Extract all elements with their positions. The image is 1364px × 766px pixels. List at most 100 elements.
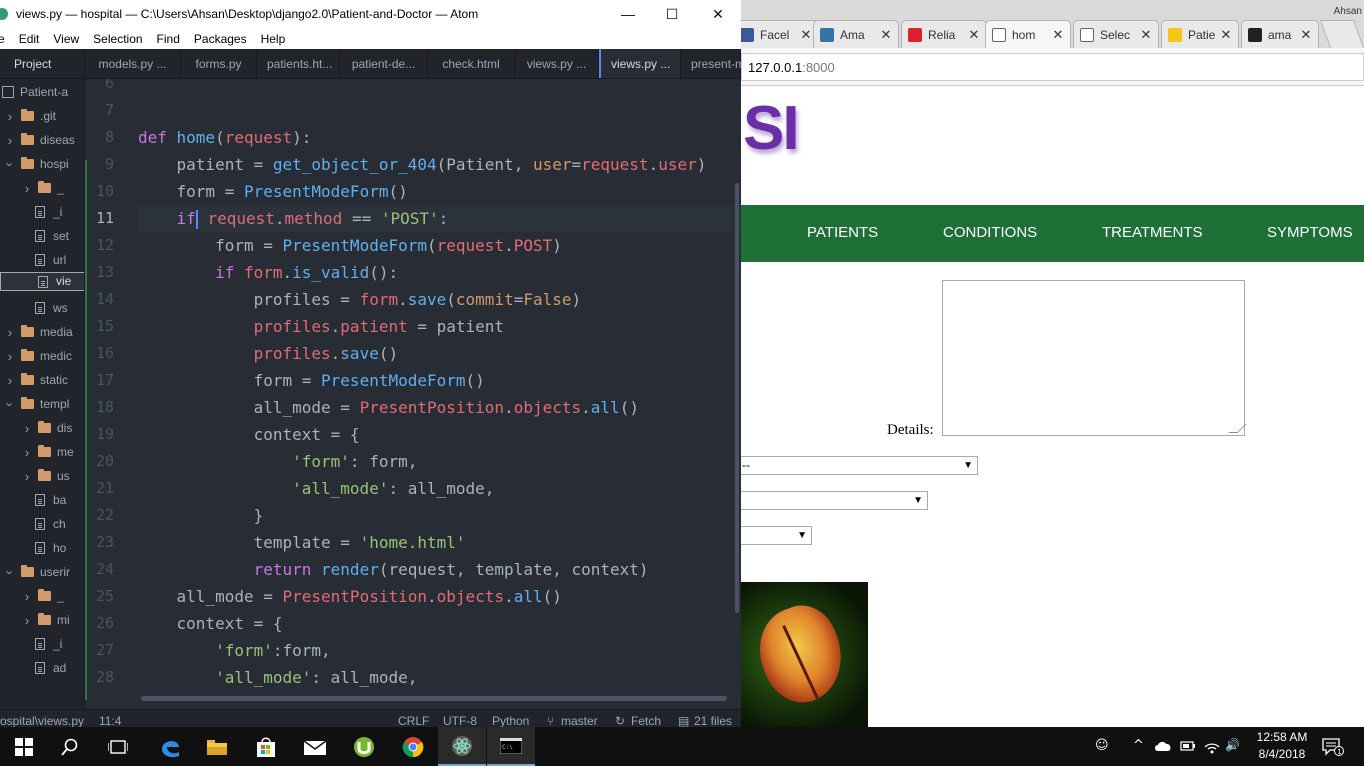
- cmd-taskbar-button[interactable]: C:\: [487, 727, 535, 766]
- menu-item[interactable]: Selection: [93, 32, 142, 46]
- editor-tab[interactable]: views.py ...: [515, 49, 599, 78]
- nav-link-symptoms[interactable]: SYMPTOMS: [1267, 224, 1353, 241]
- atom-taskbar-button[interactable]: [438, 727, 486, 766]
- menu-item[interactable]: Packages: [194, 32, 247, 46]
- status-git-branch[interactable]: master: [561, 714, 598, 728]
- position-select[interactable]: ▼: [741, 491, 928, 510]
- editor-tab[interactable]: views.py ...: [599, 49, 681, 78]
- line-number-gutter[interactable]: 6 7 8 9 10 11 12 13 14 15 16 17 18 19 20 21 22 23 24 25 26 27…: [85, 79, 130, 709]
- status-fetch[interactable]: Fetch: [631, 714, 661, 728]
- browser-tab[interactable]: Facel ✕: [741, 20, 819, 48]
- new-tab-button[interactable]: [1319, 20, 1364, 48]
- mail-taskbar-button[interactable]: [291, 727, 339, 766]
- tree-item[interactable]: url: [0, 248, 84, 272]
- nav-link-patients[interactable]: PATIENTS: [807, 224, 878, 241]
- menu-item[interactable]: Find: [157, 32, 180, 46]
- utorrent-taskbar-button[interactable]: [340, 727, 388, 766]
- tree-item[interactable]: ba: [0, 488, 84, 512]
- code-content[interactable]: def home(request): patient = get_object_…: [138, 79, 741, 709]
- close-button[interactable]: ✕: [695, 0, 741, 28]
- editor-tab[interactable]: models.py ...: [85, 49, 181, 78]
- status-files-count[interactable]: 21 files: [694, 714, 732, 728]
- tree-item[interactable]: › me: [0, 440, 84, 464]
- tree-item[interactable]: _i: [0, 632, 84, 656]
- tree-item[interactable]: › hospi: [0, 152, 84, 176]
- address-bar[interactable]: 127.0.0.1:8000: [741, 53, 1364, 81]
- status-file-path[interactable]: ospital\views.py: [0, 714, 84, 728]
- editor-tab[interactable]: patients.ht...: [257, 49, 340, 78]
- close-tab-icon[interactable]: ✕: [879, 27, 893, 43]
- tree-item[interactable]: › userir: [0, 560, 84, 584]
- tree-item[interactable]: vie: [0, 272, 84, 291]
- start-button[interactable]: [0, 727, 48, 766]
- task-view-button[interactable]: [94, 727, 142, 766]
- browser-tab[interactable]: Ama ✕: [813, 20, 899, 48]
- menu-item[interactable]: Edit: [19, 32, 40, 46]
- editor-tab[interactable]: patient-de...: [340, 49, 428, 78]
- status-select[interactable]: ▼: [741, 526, 812, 545]
- browser-tab[interactable]: Selec ✕: [1073, 20, 1159, 48]
- tree-item[interactable]: › us: [0, 464, 84, 488]
- tree-item[interactable]: › diseas: [0, 128, 84, 152]
- battery-icon[interactable]: [1180, 740, 1196, 752]
- tree-item[interactable]: › dis: [0, 416, 84, 440]
- chevron-up-icon[interactable]: ^: [1133, 738, 1144, 753]
- tree-item[interactable]: Patient-a: [0, 80, 84, 104]
- mode-select[interactable]: -- ▼: [741, 456, 978, 475]
- tree-item[interactable]: ws: [0, 296, 84, 320]
- tree-item[interactable]: › media: [0, 320, 84, 344]
- tree-view-header[interactable]: Project: [0, 49, 84, 79]
- menu-item[interactable]: Help: [261, 32, 286, 46]
- atom-title-bar[interactable]: views.py — hospital — C:\Users\Ahsan\Des…: [0, 0, 741, 28]
- file-explorer-taskbar-button[interactable]: [193, 727, 241, 766]
- profile-name[interactable]: Ahsan: [1334, 6, 1362, 17]
- status-encoding[interactable]: UTF-8: [443, 714, 477, 728]
- tree-item[interactable]: ho: [0, 536, 84, 560]
- status-cursor-position[interactable]: 11:4: [99, 714, 121, 728]
- tree-item[interactable]: › _: [0, 584, 84, 608]
- tree-item[interactable]: › static: [0, 368, 84, 392]
- details-textarea[interactable]: [942, 280, 1245, 436]
- close-tab-icon[interactable]: ✕: [967, 27, 981, 43]
- editor-tab[interactable]: present-m: [681, 49, 741, 78]
- tree-item[interactable]: _i: [0, 200, 84, 224]
- chrome-taskbar-button[interactable]: [389, 727, 437, 766]
- site-logo[interactable]: SI: [743, 98, 800, 160]
- tree-item[interactable]: › mi: [0, 608, 84, 632]
- menu-item[interactable]: View: [53, 32, 79, 46]
- nav-link-conditions[interactable]: CONDITIONS: [943, 224, 1037, 241]
- close-tab-icon[interactable]: ✕: [799, 27, 813, 43]
- action-center-icon[interactable]: 1: [1322, 738, 1344, 756]
- tree-item[interactable]: › medic: [0, 344, 84, 368]
- system-clock[interactable]: 12:58 AM 8/4/2018: [1254, 729, 1310, 763]
- tree-item[interactable]: › templ: [0, 392, 84, 416]
- editor-tab[interactable]: forms.py: [181, 49, 257, 78]
- store-taskbar-button[interactable]: [242, 727, 290, 766]
- menu-item[interactable]: e: [0, 32, 5, 46]
- tree-item[interactable]: › .git: [0, 104, 84, 128]
- browser-tab[interactable]: Relia ✕: [901, 20, 987, 48]
- status-grammar[interactable]: Python: [492, 714, 529, 728]
- maximize-button[interactable]: ☐: [649, 0, 695, 28]
- volume-icon[interactable]: 🔊: [1225, 738, 1240, 752]
- close-tab-icon[interactable]: ✕: [1139, 27, 1153, 43]
- status-line-ending[interactable]: CRLF: [398, 714, 429, 728]
- tree-item[interactable]: ch: [0, 512, 84, 536]
- tree-item[interactable]: ad: [0, 656, 84, 680]
- browser-tab[interactable]: hom ✕: [985, 20, 1071, 48]
- close-tab-icon[interactable]: ✕: [1219, 27, 1233, 43]
- edge-taskbar-button[interactable]: [146, 727, 194, 766]
- browser-tab[interactable]: Patie ✕: [1161, 20, 1239, 48]
- browser-tab[interactable]: ama ✕: [1241, 20, 1319, 48]
- code-editor[interactable]: 6 7 8 9 10 11 12 13 14 15 16 17 18 19 20 21 22 23 24 25 26 27…: [85, 79, 741, 709]
- search-button[interactable]: [46, 727, 94, 766]
- onedrive-icon[interactable]: [1154, 740, 1172, 752]
- vertical-scrollbar[interactable]: [735, 183, 739, 613]
- tree-item[interactable]: › _: [0, 176, 84, 200]
- close-tab-icon[interactable]: ✕: [1051, 27, 1065, 43]
- close-tab-icon[interactable]: ✕: [1299, 27, 1313, 43]
- wifi-icon[interactable]: [1204, 738, 1220, 754]
- editor-tab[interactable]: check.html: [428, 49, 515, 78]
- tree-item[interactable]: set: [0, 224, 84, 248]
- nav-link-treatments[interactable]: TREATMENTS: [1102, 224, 1203, 241]
